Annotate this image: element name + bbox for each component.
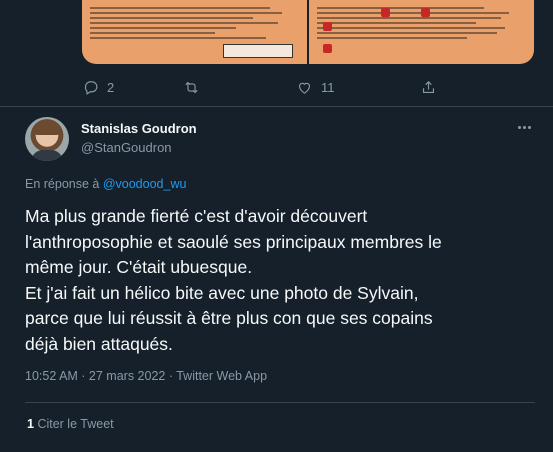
like-action[interactable]: 11	[296, 79, 420, 96]
signature-box	[223, 44, 293, 58]
share-icon	[422, 80, 435, 93]
quote-tweets-link[interactable]: 1 Citer le Tweet	[27, 417, 114, 431]
like-count: 11	[321, 79, 335, 95]
author-handle[interactable]: @StanGoudron	[81, 140, 172, 155]
quote-label: Citer le Tweet	[37, 417, 114, 431]
checkbox-mark	[421, 8, 430, 17]
image-right-panel	[309, 0, 534, 64]
heart-icon	[298, 82, 311, 94]
reply-context: En réponse à @voodood_wu	[25, 177, 186, 191]
divider	[0, 106, 553, 107]
previous-tweet-actions: 2 11	[82, 77, 534, 97]
reply-count: 2	[107, 79, 115, 95]
reply-to-link[interactable]: @voodood_wu	[103, 177, 187, 191]
reply-prefix: En réponse à	[25, 177, 103, 191]
checkbox-mark	[323, 22, 332, 31]
reply-action[interactable]: 2	[82, 79, 183, 96]
quote-count: 1	[27, 417, 34, 431]
tweet-timestamp[interactable]: 10:52 AM · 27 mars 2022 · Twitter Web Ap…	[25, 369, 267, 383]
avatar[interactable]	[25, 117, 69, 161]
divider	[25, 402, 535, 403]
reply-icon	[84, 80, 98, 95]
retweet-action[interactable]	[183, 79, 296, 96]
checkbox-mark	[381, 8, 390, 17]
author-name[interactable]: Stanislas Goudron	[81, 121, 197, 136]
previous-tweet-image[interactable]	[82, 0, 534, 64]
checkbox-mark	[323, 44, 332, 53]
share-action[interactable]	[420, 79, 437, 96]
image-left-panel	[82, 0, 307, 64]
more-options-icon[interactable]	[514, 119, 534, 135]
retweet-icon	[185, 81, 198, 93]
tweet-text: Ma plus grande fierté c'est d'avoir déco…	[25, 206, 442, 354]
